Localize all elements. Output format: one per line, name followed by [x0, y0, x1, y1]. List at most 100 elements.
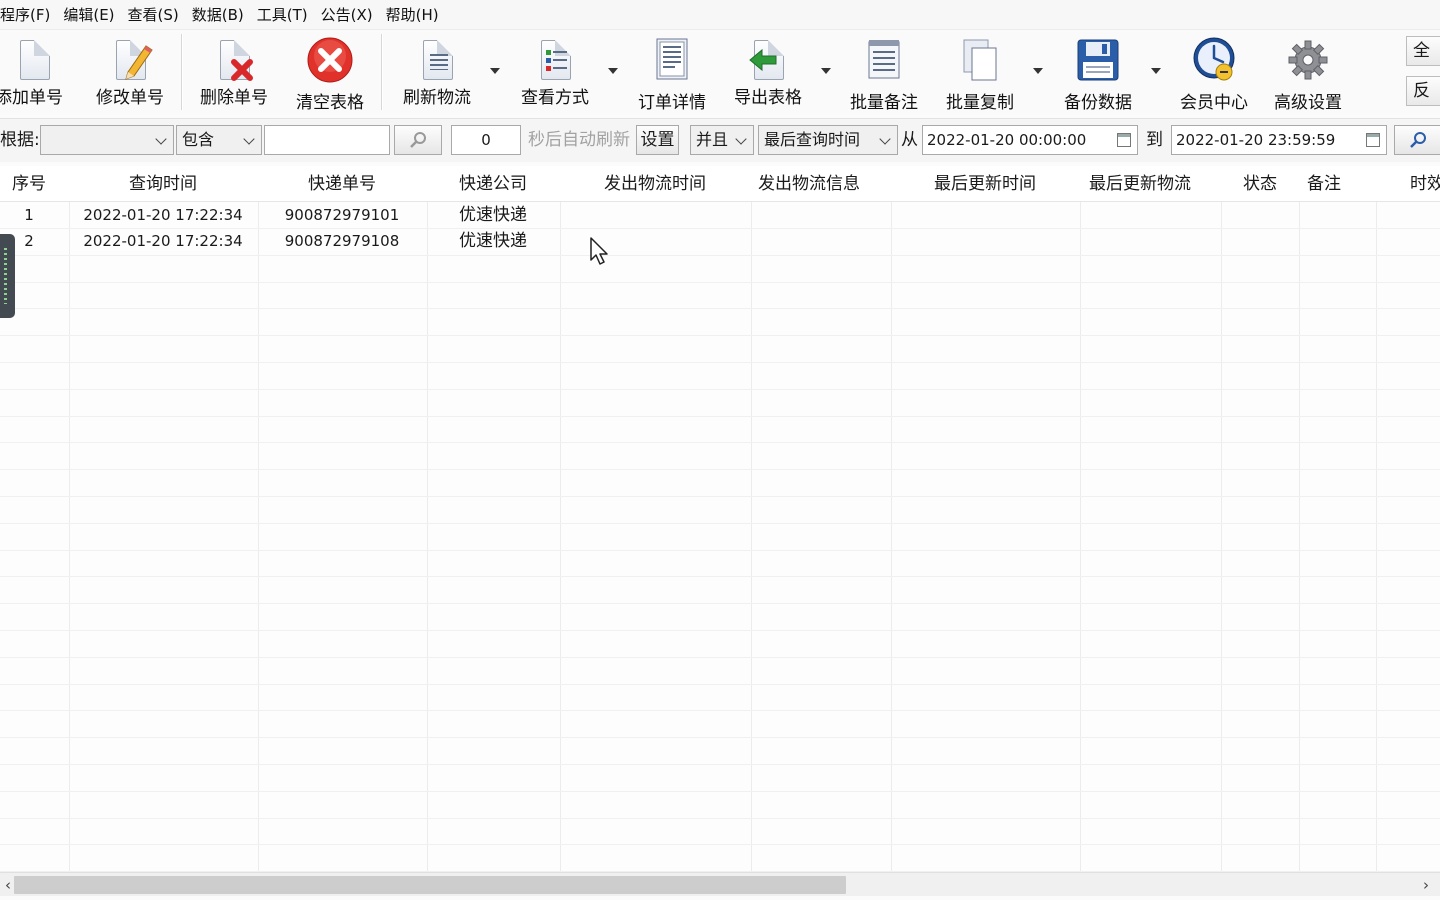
edit-number-label: 修改单号: [96, 88, 164, 108]
row-divider: [0, 469, 1440, 470]
batch-note-button[interactable]: 批量备注: [846, 36, 922, 113]
search-icon: [1410, 132, 1426, 148]
order-sheet-icon: [648, 36, 696, 84]
filter-field-select[interactable]: [40, 125, 174, 155]
table-row[interactable]: 2 2022-01-20 17:22:34 900872979108 优速快递: [0, 228, 1440, 254]
column-divider: [258, 166, 259, 872]
column-divider: [1221, 166, 1222, 872]
export-table-button[interactable]: 导出表格: [730, 36, 806, 108]
export-table-label: 导出表格: [734, 88, 802, 108]
clear-table-button[interactable]: 清空表格: [292, 36, 368, 113]
column-header[interactable]: 时效: [1394, 166, 1440, 202]
horizontal-scrollbar[interactable]: ‹ ›: [0, 872, 1440, 896]
column-header[interactable]: 查询时间: [69, 166, 257, 202]
refresh-seconds-input[interactable]: 0: [451, 125, 521, 155]
document-icon: [10, 36, 58, 80]
scroll-right-icon[interactable]: ›: [1418, 873, 1434, 897]
document-lines-icon: [413, 36, 461, 80]
row-divider: [0, 764, 1440, 765]
keyword-input[interactable]: [264, 125, 390, 155]
to-datetime-picker[interactable]: 2022-01-20 23:59:59: [1171, 125, 1387, 155]
date-search-button[interactable]: [1394, 125, 1440, 155]
courier-cell: 优速快递: [459, 205, 527, 225]
filter-operator-value: 包含: [182, 130, 215, 149]
side-drag-handle[interactable]: [0, 234, 15, 318]
notepad-icon: [860, 36, 908, 84]
toolbar-separator: [381, 34, 383, 110]
view-mode-button[interactable]: 查看方式: [516, 36, 594, 108]
column-header[interactable]: 状态: [1221, 166, 1299, 202]
menu-tools[interactable]: 工具(T): [251, 0, 315, 30]
row-divider: [0, 818, 1440, 819]
refresh-dropdown-arrow[interactable]: [488, 66, 502, 76]
menu-view[interactable]: 查看(S): [122, 0, 186, 30]
delete-document-icon: [210, 36, 258, 81]
table-row[interactable]: 1 2022-01-20 17:22:34 900872979101 优速快递: [0, 202, 1440, 228]
row-divider: [0, 335, 1440, 336]
menu-notice[interactable]: 公告(X): [315, 0, 380, 30]
backup-dropdown-arrow[interactable]: [1149, 66, 1163, 76]
column-divider: [1299, 166, 1300, 872]
menu-edit[interactable]: 编辑(E): [57, 0, 121, 30]
column-header[interactable]: 快递公司: [427, 166, 559, 202]
app-window: 程序(F) 编辑(E) 查看(S) 数据(B) 工具(T) 公告(X) 帮助(H…: [0, 0, 1440, 900]
clock-user-icon: [1190, 36, 1238, 84]
column-header[interactable]: 发出物流时间: [560, 166, 750, 202]
column-header[interactable]: 最后更新物流: [1080, 166, 1200, 202]
advanced-settings-button[interactable]: 高级设置: [1270, 36, 1346, 113]
search-icon: [410, 132, 426, 148]
member-center-button[interactable]: 会员中心: [1176, 36, 1252, 113]
menu-program[interactable]: 程序(F): [0, 0, 57, 30]
column-header[interactable]: 备注: [1300, 166, 1348, 202]
batch-copy-button[interactable]: 批量复制: [942, 36, 1018, 113]
delete-number-button[interactable]: 删除单号: [196, 36, 272, 108]
export-dropdown-arrow[interactable]: [819, 66, 833, 76]
from-datetime-value: 2022-01-20 00:00:00: [927, 131, 1087, 149]
column-header[interactable]: 序号: [0, 166, 58, 202]
clear-table-label: 清空表格: [296, 93, 364, 113]
edit-number-button[interactable]: 修改单号: [92, 36, 168, 108]
from-label: 从: [901, 130, 918, 150]
invert-selection-button[interactable]: 反选: [1406, 76, 1440, 106]
row-divider: [0, 684, 1440, 685]
tracking-number-cell: 900872979108: [284, 232, 400, 250]
set-button[interactable]: 设置: [636, 125, 679, 155]
row-divider: [0, 576, 1440, 577]
column-divider: [560, 166, 561, 872]
tracking-table: 序号 查询时间 快递单号 快递公司 发出物流时间 发出物流信息 最后更新时间 最…: [0, 166, 1440, 872]
column-header[interactable]: 快递单号: [258, 166, 426, 202]
gear-icon: [1284, 36, 1332, 84]
time-field-select[interactable]: 最后查询时间: [758, 125, 898, 155]
query-time-cell: 2022-01-20 17:22:34: [83, 206, 243, 224]
batch-note-label: 批量备注: [850, 93, 918, 113]
courier-cell: 优速快递: [459, 231, 527, 251]
row-divider: [0, 389, 1440, 390]
order-detail-button[interactable]: 订单详情: [634, 36, 710, 113]
mouse-cursor-icon: [590, 237, 608, 265]
advanced-settings-label: 高级设置: [1274, 93, 1342, 113]
column-divider: [891, 166, 892, 872]
calendar-icon[interactable]: [1117, 133, 1131, 147]
menu-data[interactable]: 数据(B): [186, 0, 251, 30]
column-header[interactable]: 最后更新时间: [891, 166, 1079, 202]
add-number-button[interactable]: 添加单号: [0, 36, 72, 108]
search-button[interactable]: [394, 125, 442, 155]
row-divider: [0, 844, 1440, 845]
backup-data-button[interactable]: 备份数据: [1060, 36, 1136, 113]
batch-copy-dropdown-arrow[interactable]: [1031, 66, 1045, 76]
menu-help[interactable]: 帮助(H): [380, 0, 446, 30]
view-mode-dropdown-arrow[interactable]: [606, 66, 620, 76]
row-divider: [0, 550, 1440, 551]
scrollbar-thumb[interactable]: [14, 876, 846, 894]
from-datetime-picker[interactable]: 2022-01-20 00:00:00: [922, 125, 1138, 155]
select-all-button[interactable]: 全选: [1406, 36, 1440, 66]
add-number-label: 添加单号: [0, 88, 63, 108]
logic-select[interactable]: 并且: [690, 125, 754, 155]
row-divider: [0, 255, 1440, 256]
calendar-icon[interactable]: [1366, 133, 1380, 147]
refresh-logistics-button[interactable]: 刷新物流: [398, 36, 476, 108]
chevron-down-icon: [243, 133, 255, 145]
filter-operator-select[interactable]: 包含: [176, 125, 262, 155]
to-label: 到: [1146, 130, 1163, 150]
column-header[interactable]: 发出物流信息: [751, 166, 867, 202]
